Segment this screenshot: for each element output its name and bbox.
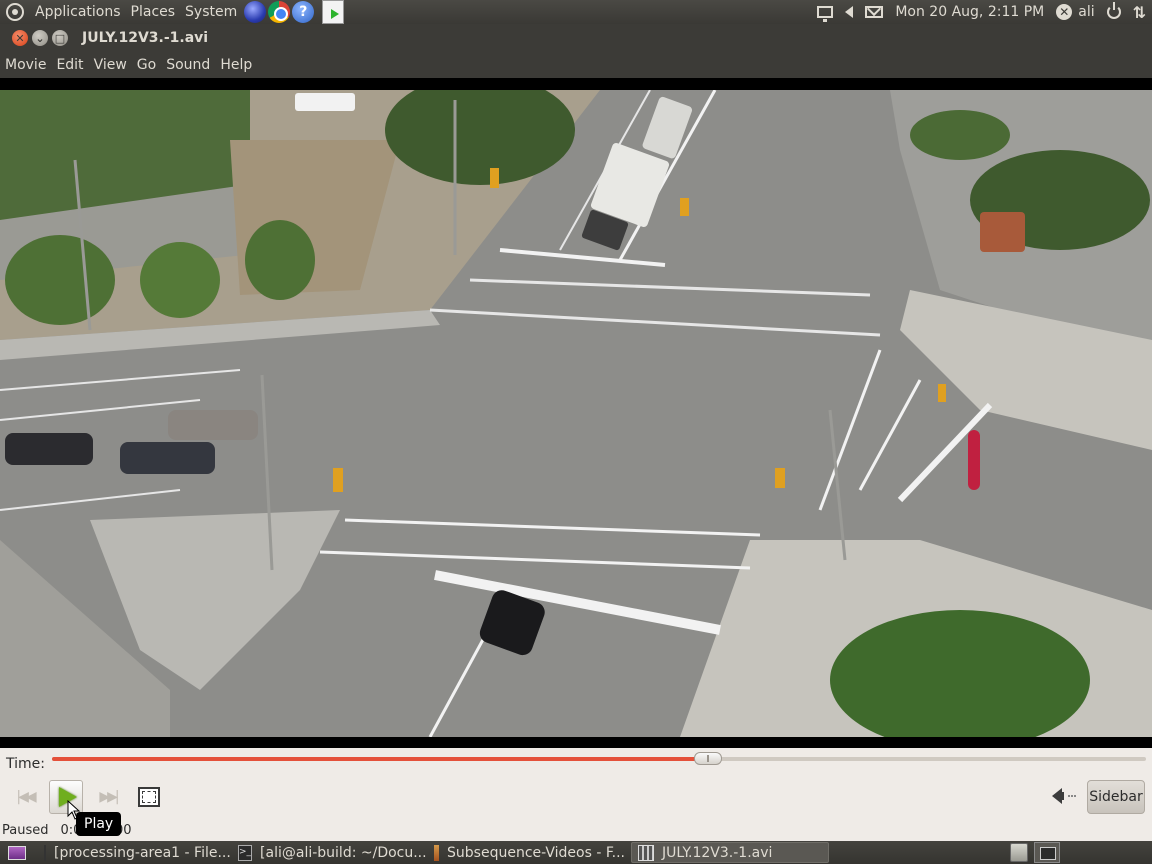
seek-progress (52, 757, 709, 761)
panel-clock[interactable]: Mon 20 Aug, 2:11 PM (895, 4, 1044, 20)
show-desktop-icon[interactable] (8, 845, 26, 860)
seek-handle[interactable] (694, 752, 723, 765)
document-launcher-icon[interactable] (322, 0, 345, 24)
task-label: [processing-area1 - File... (54, 844, 231, 861)
menu-go[interactable]: Go (132, 57, 161, 73)
applications-menu[interactable]: Applications (0, 0, 126, 24)
playback-controls: Time: |◀◀ ▶▶| Sidebar Paused 0:00 / 0:00… (0, 748, 1152, 841)
power-icon[interactable] (1106, 2, 1121, 19)
web-browser-globe-icon[interactable] (244, 1, 267, 23)
previous-chapter-button[interactable]: |◀◀ (8, 780, 42, 814)
volume-icon[interactable] (1052, 788, 1064, 804)
task-subsequence-videos[interactable]: Subsequence-Videos - F... (428, 842, 631, 863)
play-tooltip: Play (76, 812, 122, 836)
menu-movie[interactable]: Movie (0, 57, 51, 73)
time-label: Time: (6, 756, 45, 772)
playback-status: Paused (2, 822, 49, 838)
task-movie-player[interactable]: JULY.12V3.-1.avi (631, 842, 829, 863)
chrome-icon[interactable] (268, 1, 291, 23)
display-icon[interactable] (817, 6, 834, 22)
sidebar-button[interactable]: Sidebar (1087, 780, 1145, 814)
ubuntu-logo-icon (6, 3, 24, 21)
task-label: JULY.12V3.-1.avi (662, 844, 773, 861)
trash-icon[interactable] (1010, 843, 1028, 862)
terminal-icon: >_ (238, 844, 253, 861)
button-row: |◀◀ ▶▶| Sidebar (0, 780, 1152, 814)
menu-view[interactable]: View (89, 57, 132, 73)
task-label: [ali@ali-build: ~/Docu... (260, 844, 427, 861)
help-icon[interactable]: ? (292, 1, 315, 23)
fullscreen-button[interactable] (132, 780, 166, 814)
mail-icon[interactable] (865, 6, 884, 18)
minimize-window-button[interactable]: ⌄ (32, 30, 48, 46)
menu-applications[interactable]: Applications (30, 4, 126, 20)
network-updown-icon[interactable]: ⇅ (1133, 3, 1146, 22)
seek-bar[interactable] (52, 752, 1146, 765)
menu-edit[interactable]: Edit (51, 57, 88, 73)
skip-back-icon: |◀◀ (16, 789, 36, 805)
window-title: JULY.12V3.-1.avi (82, 30, 209, 46)
file-manager-icon (44, 844, 46, 861)
volume-panel-icon[interactable] (845, 6, 854, 18)
menu-sound[interactable]: Sound (161, 57, 215, 73)
task-processing-area1[interactable]: [processing-area1 - File... (38, 842, 232, 863)
movie-player-icon (638, 844, 654, 861)
fullscreen-icon (138, 787, 160, 807)
window-titlebar[interactable]: ✕ ⌄ □ JULY.12V3.-1.avi (0, 24, 1152, 52)
top-panel: Applications Places System ? Mon 20 Aug,… (0, 0, 1152, 24)
user-name: ali (1078, 4, 1095, 20)
menubar: Movie Edit View Go Sound Help (0, 52, 1152, 78)
next-chapter-button[interactable]: ▶▶| (91, 780, 125, 814)
workspace-switcher[interactable] (1034, 842, 1060, 863)
video-frame-traffic-intersection (0, 90, 1152, 737)
video-display[interactable] (0, 78, 1152, 748)
folder-icon (434, 844, 440, 861)
volume-level-dots (1068, 795, 1076, 797)
menu-help[interactable]: Help (215, 57, 257, 73)
maximize-window-button[interactable]: □ (52, 30, 68, 46)
bottom-taskbar: [processing-area1 - File... >_ [ali@ali-… (0, 841, 1152, 864)
skip-forward-icon: ▶▶| (99, 789, 119, 805)
menu-system[interactable]: System (180, 4, 242, 20)
user-status-icon: ✕ (1056, 4, 1073, 20)
close-window-button[interactable]: ✕ (12, 30, 28, 46)
task-terminal[interactable]: >_ [ali@ali-build: ~/Docu... (232, 842, 428, 863)
menu-places[interactable]: Places (126, 4, 181, 20)
task-label: Subsequence-Videos - F... (447, 844, 625, 861)
user-menu[interactable]: ✕ ali (1056, 4, 1095, 20)
